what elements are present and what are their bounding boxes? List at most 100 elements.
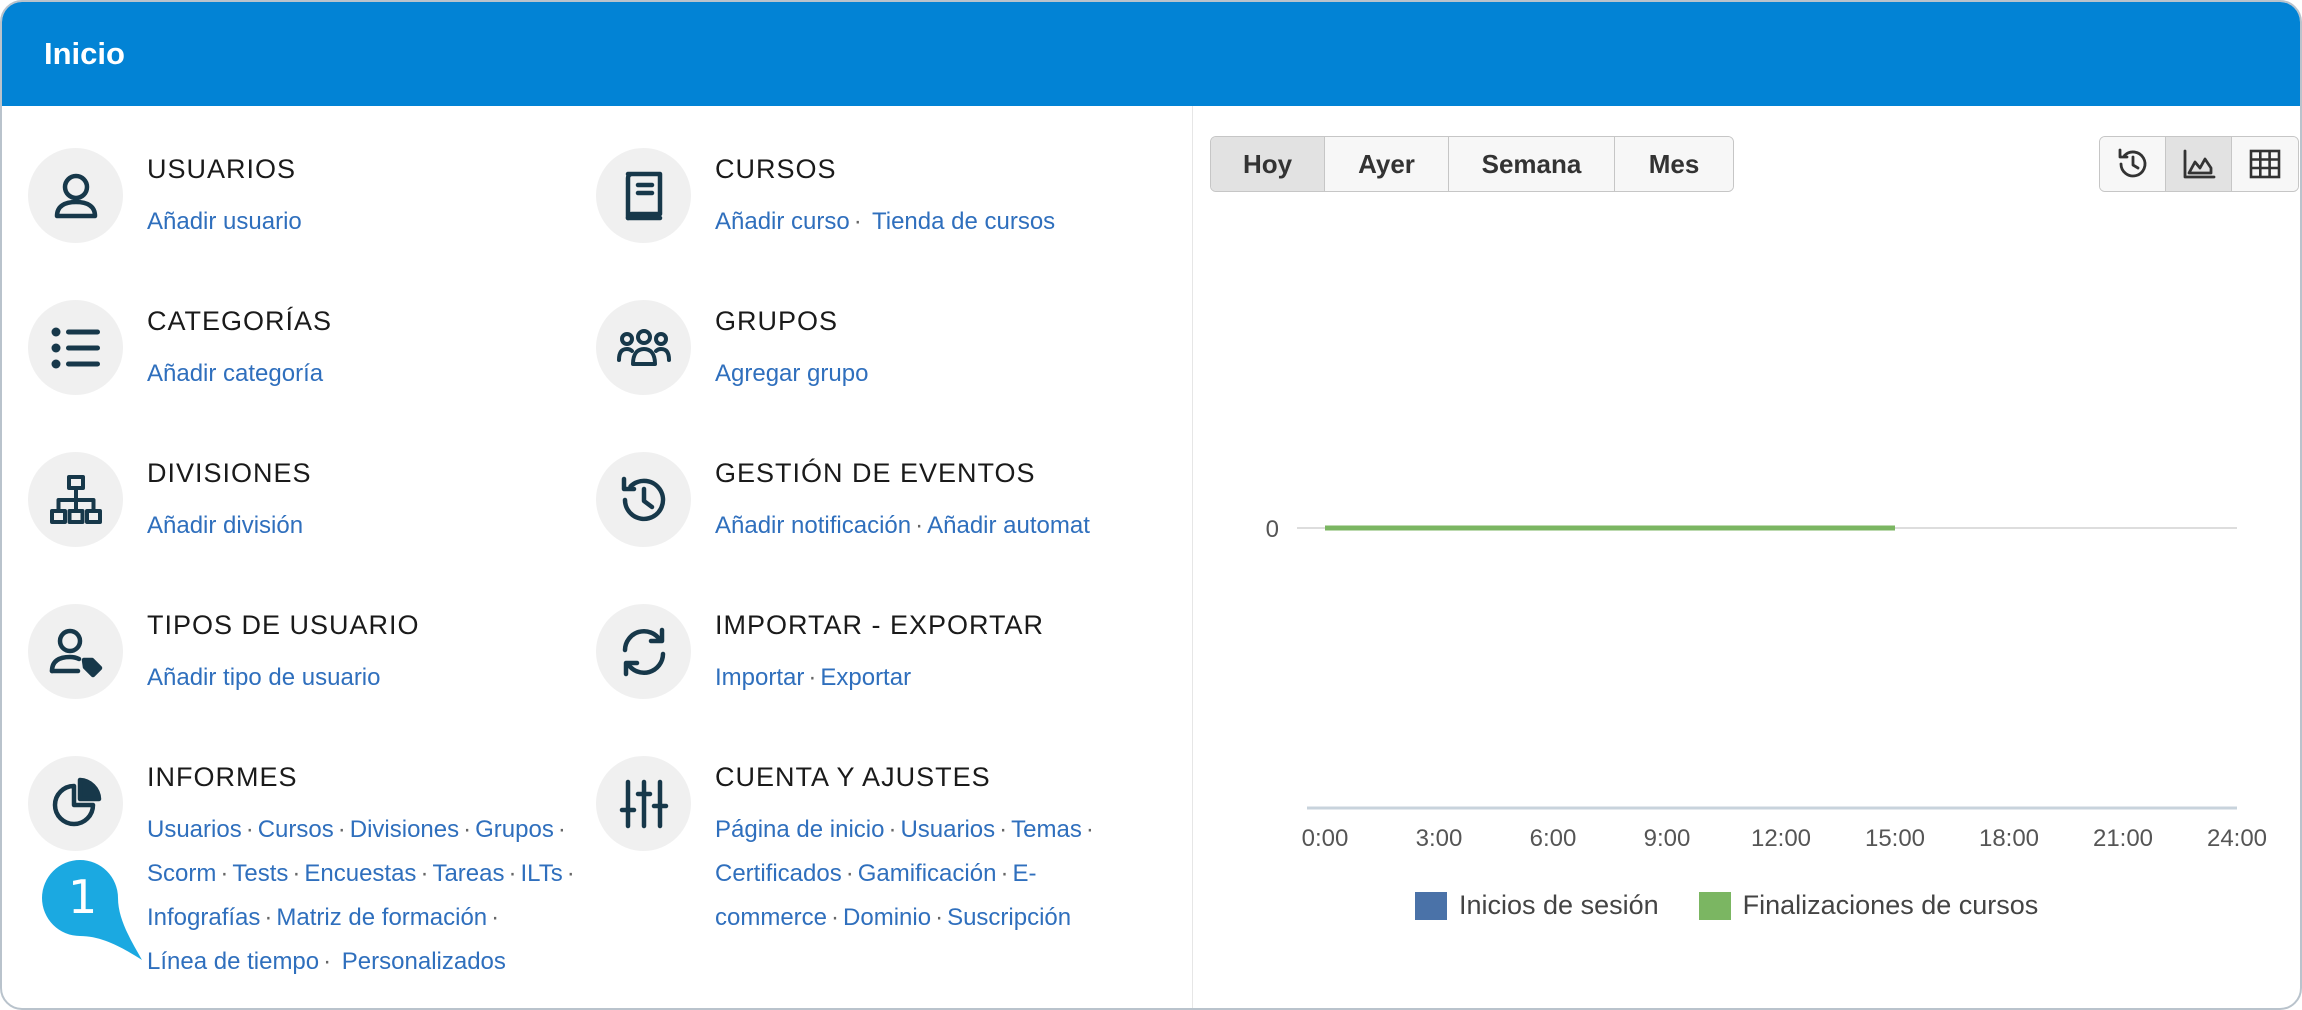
history-icon[interactable] bbox=[596, 452, 691, 547]
period-ayer-button[interactable]: Ayer bbox=[1325, 137, 1449, 191]
legend-swatch-finalizaciones bbox=[1698, 891, 1731, 920]
area-chart-view-button[interactable] bbox=[2166, 137, 2232, 191]
module-title-cuenta[interactable]: CUENTA Y AJUSTES bbox=[715, 762, 991, 793]
user-tag-icon[interactable] bbox=[28, 604, 123, 699]
link-anadir-usuario[interactable]: Añadir usuario bbox=[147, 208, 302, 235]
sync-icon[interactable] bbox=[596, 604, 691, 699]
table-grid-icon bbox=[2249, 149, 2281, 179]
org-chart-icon[interactable] bbox=[28, 452, 123, 547]
link-cuenta-suscripcion[interactable]: Suscripción bbox=[947, 904, 1071, 931]
separator: · bbox=[337, 816, 346, 843]
x-tick-label: 18:00 bbox=[1979, 825, 2039, 852]
pie-chart-icon[interactable] bbox=[28, 756, 123, 851]
link-informes-matriz[interactable]: Matriz de formación bbox=[276, 904, 487, 931]
separator: · bbox=[491, 904, 500, 931]
separator: · bbox=[463, 816, 472, 843]
link-cuenta-usuarios[interactable]: Usuarios bbox=[900, 816, 995, 843]
separator: · bbox=[508, 860, 517, 887]
link-cuenta-pagina-inicio[interactable]: Página de inicio bbox=[715, 816, 884, 843]
user-icon[interactable] bbox=[28, 148, 123, 243]
history-view-button[interactable] bbox=[2100, 137, 2166, 191]
separator: · bbox=[808, 664, 817, 691]
module-title-tipos[interactable]: TIPOS DE USUARIO bbox=[147, 610, 420, 641]
legend-label-inicios: Inicios de sesión bbox=[1459, 890, 1659, 920]
page-title: Inicio bbox=[44, 36, 125, 71]
link-cuenta-ecommerce-part1[interactable]: E- bbox=[1012, 860, 1036, 887]
period-hoy-button[interactable]: Hoy bbox=[1211, 137, 1325, 191]
group-icon[interactable] bbox=[596, 300, 691, 395]
separator: · bbox=[831, 904, 840, 931]
separator: · bbox=[566, 860, 575, 887]
link-informes-tests[interactable]: Tests bbox=[232, 860, 288, 887]
separator: · bbox=[888, 816, 897, 843]
period-mes-button[interactable]: Mes bbox=[1615, 137, 1733, 191]
module-title-divisiones[interactable]: DIVISIONES bbox=[147, 458, 312, 489]
link-cuenta-dominio[interactable]: Dominio bbox=[843, 904, 931, 931]
module-links-categorias: Añadir categoría bbox=[147, 352, 323, 396]
separator: · bbox=[292, 860, 301, 887]
module-links-tipos: Añadir tipo de usuario bbox=[147, 656, 380, 700]
link-informes-encuestas[interactable]: Encuestas bbox=[304, 860, 416, 887]
period-semana-button[interactable]: Semana bbox=[1449, 137, 1615, 191]
link-anadir-automat[interactable]: Añadir automat bbox=[927, 512, 1090, 539]
module-title-categorias[interactable]: CATEGORÍAS bbox=[147, 306, 332, 337]
link-informes-personalizados[interactable]: Personalizados bbox=[342, 948, 506, 975]
module-links-grupos: Agregar grupo bbox=[715, 352, 868, 396]
module-title-grupos[interactable]: GRUPOS bbox=[715, 306, 838, 337]
module-title-eventos[interactable]: GESTIÓN DE EVENTOS bbox=[715, 458, 1036, 489]
legend-label-finalizaciones: Finalizaciones de cursos bbox=[1742, 890, 2039, 920]
module-title-importar[interactable]: IMPORTAR - EXPORTAR bbox=[715, 610, 1044, 641]
link-informes-cursos[interactable]: Cursos bbox=[258, 816, 334, 843]
link-informes-ilts[interactable]: ILTs bbox=[520, 860, 562, 887]
link-cuenta-gamificacion[interactable]: Gamificación bbox=[858, 860, 997, 887]
module-links-eventos: Añadir notificación · Añadir automat bbox=[715, 504, 1090, 548]
link-informes-usuarios[interactable]: Usuarios bbox=[147, 816, 242, 843]
module-title-informes[interactable]: INFORMES bbox=[147, 762, 298, 793]
x-tick-label: 6:00 bbox=[1530, 825, 1577, 852]
link-anadir-tipo-usuario[interactable]: Añadir tipo de usuario bbox=[147, 664, 380, 691]
book-icon[interactable] bbox=[596, 148, 691, 243]
link-tienda-cursos[interactable]: Tienda de cursos bbox=[872, 208, 1055, 235]
view-selector bbox=[2099, 136, 2299, 192]
x-tick-label: 3:00 bbox=[1416, 825, 1463, 852]
module-links-cuenta: Página de inicio · Usuarios · Temas · Certifi… bbox=[715, 808, 1098, 940]
module-links-informes: Usuarios · Cursos · Divisiones · Grupos · Scorm… bbox=[147, 808, 579, 984]
link-informes-grupos[interactable]: Grupos bbox=[475, 816, 554, 843]
period-selector: Hoy Ayer Semana Mes bbox=[1210, 136, 1734, 192]
link-cuenta-certificados[interactable]: Certificados bbox=[715, 860, 842, 887]
separator: · bbox=[220, 860, 229, 887]
list-icon[interactable] bbox=[28, 300, 123, 395]
callout-marker: 1 bbox=[40, 858, 144, 962]
x-tick-label: 9:00 bbox=[1644, 825, 1691, 852]
link-informes-scorm[interactable]: Scorm bbox=[147, 860, 216, 887]
panel-divider bbox=[1192, 106, 1193, 1008]
table-view-button[interactable] bbox=[2232, 137, 2298, 191]
link-cuenta-temas[interactable]: Temas bbox=[1011, 816, 1082, 843]
separator: · bbox=[1085, 816, 1094, 843]
link-informes-linea-tiempo[interactable]: Línea de tiempo bbox=[147, 948, 319, 975]
callout-number: 1 bbox=[68, 870, 98, 924]
module-title-usuarios[interactable]: USUARIOS bbox=[147, 154, 296, 185]
link-anadir-notificacion[interactable]: Añadir notificación bbox=[715, 512, 911, 539]
link-anadir-division[interactable]: Añadir división bbox=[147, 512, 303, 539]
sliders-icon[interactable] bbox=[596, 756, 691, 851]
legend-item-inicios[interactable]: Inicios de sesión bbox=[1415, 890, 1659, 921]
legend-swatch-inicios bbox=[1415, 891, 1447, 920]
legend-item-finalizaciones[interactable]: Finalizaciones de cursos bbox=[1698, 890, 2039, 921]
link-anadir-curso[interactable]: Añadir curso bbox=[715, 208, 850, 235]
link-informes-tareas[interactable]: Tareas bbox=[432, 860, 504, 887]
y-tick-label: 0 bbox=[1266, 516, 1279, 543]
separator: · bbox=[245, 816, 254, 843]
link-exportar[interactable]: Exportar bbox=[820, 664, 911, 691]
link-agregar-grupo[interactable]: Agregar grupo bbox=[715, 360, 868, 387]
module-links-usuarios: Añadir usuario bbox=[147, 200, 302, 244]
link-cuenta-ecommerce-part2[interactable]: commerce bbox=[715, 904, 827, 931]
activity-chart: 0 0:00 3:00 6:00 9:00 12:00 15:00 18:00 21:00 24:… bbox=[1197, 202, 2297, 942]
link-informes-infografias[interactable]: Infografías bbox=[147, 904, 260, 931]
module-title-cursos[interactable]: CURSOS bbox=[715, 154, 837, 185]
link-informes-divisiones[interactable]: Divisiones bbox=[350, 816, 459, 843]
link-anadir-categoria[interactable]: Añadir categoría bbox=[147, 360, 323, 387]
app-window: Inicio USUARIOS Añadir usuario CURSOS Añ… bbox=[0, 0, 2302, 1010]
module-links-importar: Importar · Exportar bbox=[715, 656, 911, 700]
link-importar[interactable]: Importar bbox=[715, 664, 804, 691]
